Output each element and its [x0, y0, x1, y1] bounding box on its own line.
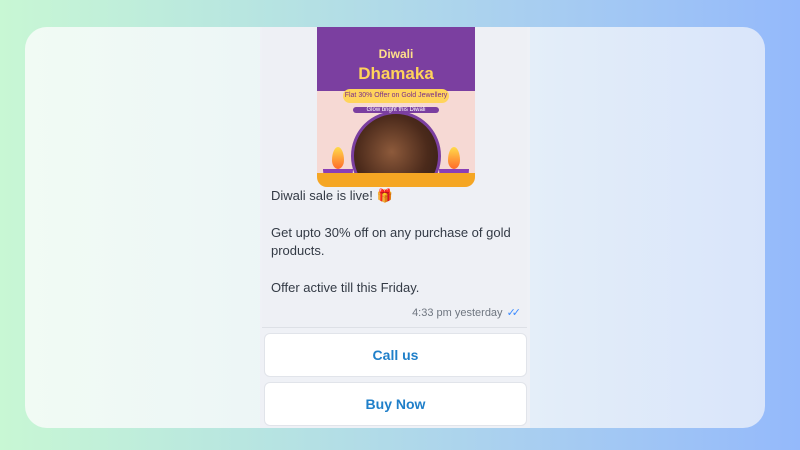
diya-flame-icon	[332, 147, 344, 169]
message-line: Diwali sale is live! 🎁	[271, 188, 393, 203]
banner-title-small: Diwali	[378, 47, 414, 61]
message-body: Diwali sale is live! 🎁 Get upto 30% off …	[271, 187, 521, 297]
banner-footer-bg	[317, 173, 475, 187]
diya-flame-icon	[448, 147, 460, 169]
message-bubble: Diwali Dhamaka Flat 30% Offer on Gold Je…	[262, 27, 527, 328]
banner-tagline: Glow bright this Diwali	[353, 107, 439, 113]
double-check-icon: ✓✓	[506, 307, 522, 319]
message-timestamp: 4:33 pm yesterday	[412, 306, 503, 319]
message-line: Get upto 30% off on any purchase of gold…	[271, 225, 511, 258]
divider	[262, 327, 527, 328]
call-us-button[interactable]: Call us	[264, 333, 527, 377]
message-line: Offer active till this Friday.	[271, 280, 420, 295]
banner-offer-pill: Flat 30% Offer on Gold Jewellery	[343, 89, 449, 103]
banner-title-big: Dhamaka	[358, 64, 434, 83]
preview-card: Diwali Dhamaka Flat 30% Offer on Gold Je…	[25, 27, 765, 428]
chat-screen: Diwali Dhamaka Flat 30% Offer on Gold Je…	[260, 27, 530, 428]
promo-banner-image: Diwali Dhamaka Flat 30% Offer on Gold Je…	[317, 27, 475, 187]
buy-now-button[interactable]: Buy Now	[264, 382, 527, 426]
message-meta: 4:33 pm yesterday ✓✓	[412, 306, 522, 320]
